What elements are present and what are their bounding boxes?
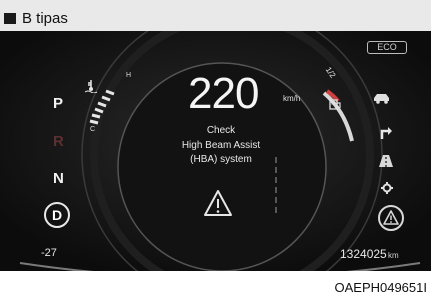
fuel-icon	[329, 99, 341, 110]
warning-icon	[383, 210, 399, 225]
speed-unit: km/h	[283, 94, 301, 103]
warning-message-line-1: Check	[206, 125, 236, 136]
outside-temperature: -27	[41, 247, 57, 259]
settings-icon	[381, 182, 393, 194]
warning-message-line-3: (HBA) system	[190, 154, 252, 165]
gear-n: N	[53, 170, 64, 187]
temperature-cold-label: C	[90, 126, 96, 133]
caption-square-icon	[4, 13, 16, 24]
gear-p: P	[53, 95, 64, 112]
figure-code: OAEPH049651I	[334, 280, 427, 295]
warning-message-line-2: High Beam Assist	[181, 140, 261, 151]
car-icon	[374, 94, 389, 104]
figure-caption: B tipas	[0, 0, 431, 31]
warning-circle-indicator	[378, 205, 404, 231]
drive-mode-badge: ECO	[367, 41, 407, 54]
gear-d-selected: D	[44, 202, 70, 228]
caption-title: B tipas	[22, 10, 68, 27]
instrument-cluster: ECO P R N D H C 220 km/h 1/2 Check High …	[0, 31, 431, 271]
gear-r: R	[53, 133, 64, 150]
speed-value: 220	[188, 69, 259, 118]
temperature-icon	[84, 80, 98, 93]
odometer-value: 1324025	[340, 247, 387, 261]
warning-triangle-icon	[204, 190, 232, 216]
odometer-unit: km	[388, 251, 399, 260]
temperature-hot-label: H	[126, 72, 132, 79]
turn-arrow-icon	[380, 127, 392, 139]
road-icon	[379, 155, 393, 167]
